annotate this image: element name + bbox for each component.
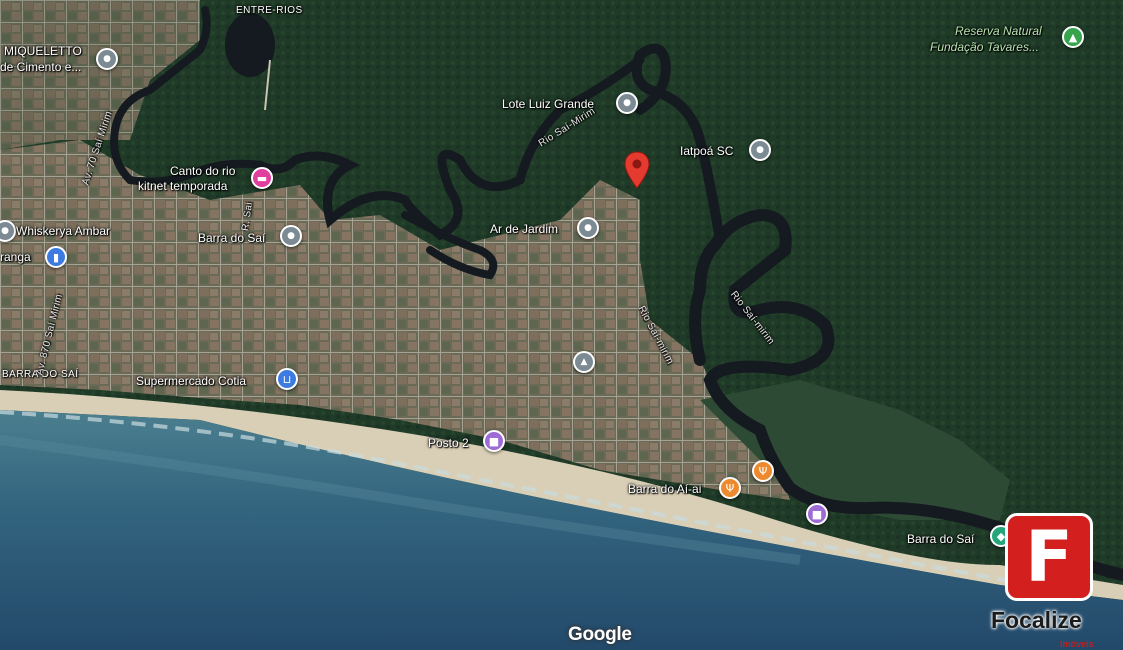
shopping-cart-icon: ⊔ [282,372,292,386]
place-pin-lote-luiz-grande[interactable]: ● [616,92,638,114]
label-miquelletto-sub: de Cimento e... [0,60,82,74]
bed-icon: ▬ [256,171,268,185]
label-supermercado: Supermercado Cotia [136,374,247,388]
gas-station-pin[interactable]: ▮ [45,246,67,268]
brand-name: Focalize [991,607,1082,633]
place-pin-ar-de-jardim[interactable]: ● [577,217,599,239]
lodging-pin-canto-do-rio[interactable]: ▬ [251,167,273,189]
label-entre-rios: ENTRE-RIOS [236,5,303,16]
label-iatpoa: Iatpoá SC [680,144,734,158]
photo-pin-posto-2[interactable]: ■ [483,430,505,452]
place-icon: ● [756,144,764,155]
label-miquelletto: MIQUELETTO [4,44,82,58]
camera-icon: ■ [488,434,500,448]
place-icon: ● [103,53,111,64]
label-whiskerya: Whiskerya Ambar [16,224,111,238]
place-pin-iatpoa[interactable]: ● [749,139,771,161]
label-kitnet: kitnet temporada [138,179,228,193]
restaurant-pin-1[interactable]: Ψ [752,460,774,482]
label-canto-do-rio: Canto do rio [170,164,236,178]
label-lote-luiz-grande: Lote Luiz Grande [502,97,595,111]
fork-knife-icon: Ψ [758,464,768,478]
label-barra-do-sai-beach: Barra do Saí [907,532,975,546]
place-pin-miquelletto[interactable]: ● [96,48,118,70]
label-ar-de-jardim: Ar de Jardim [490,222,559,236]
place-icon: ● [623,97,631,108]
school-pin[interactable]: ▲ [573,351,595,373]
logo-letter: F [1025,516,1073,598]
location-marker-icon[interactable] [624,151,650,189]
label-posto-2: Posto 2 [428,436,469,450]
photo-pin-beach[interactable]: ■ [806,503,828,525]
place-icon: ● [1,225,9,236]
fork-knife-icon: Ψ [725,481,735,495]
label-reserva-sub: Fundação Tavares... [930,40,1039,54]
graduation-cap-icon: ▲ [580,356,588,367]
fuel-icon: ▮ [52,250,60,264]
place-pin-barra-do-sai[interactable]: ● [280,225,302,247]
place-icon: ● [584,222,592,233]
focalize-logo: F [1005,513,1093,601]
restaurant-pin-barra-do-ahai[interactable]: Ψ [719,477,741,499]
boat-icon: ◆ [996,529,1006,543]
camera-icon: ■ [811,507,823,521]
brand-subtitle: Imóveis [1060,639,1094,649]
tree-icon: ▲ [1068,30,1078,44]
label-barra-do-sai: Barra do Saí [198,231,266,245]
label-barra-do-ahai: Barra do Aí-ai [628,482,702,496]
label-reserva: Reserva Natural [955,24,1042,38]
google-attribution: Google [568,624,632,645]
place-icon: ● [287,230,295,241]
park-pin-reserva[interactable]: ▲ [1062,26,1084,48]
satellite-map[interactable]: ● ▲ ● ● ▬ ● ● ● ▮ ▲ ⊔ ■ Ψ Ψ ■ ◆ ENTRE-RI… [0,0,1123,650]
label-ranga: ranga [0,250,31,264]
shopping-pin-supermercado[interactable]: ⊔ [276,368,298,390]
